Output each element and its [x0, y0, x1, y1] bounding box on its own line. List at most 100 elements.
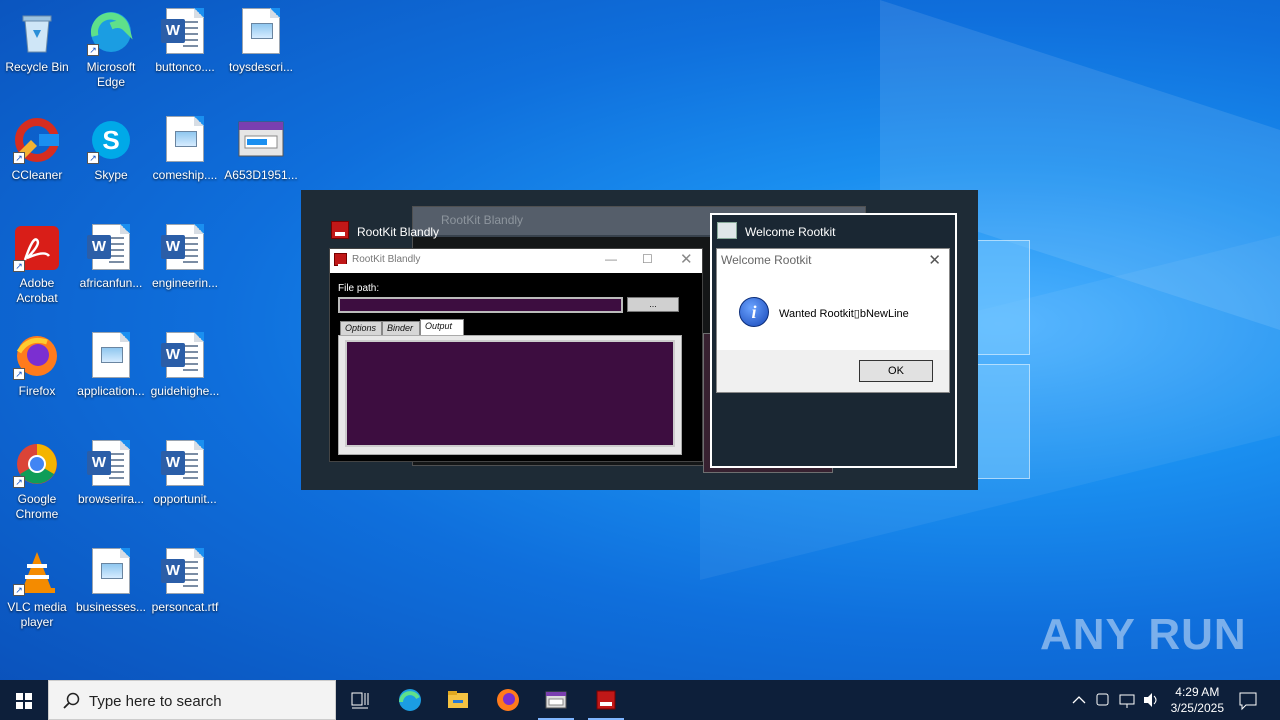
desktop-icon-label: Microsoft Edge: [86, 60, 136, 89]
recycle-bin-icon: [13, 8, 61, 56]
desktop-icon-label: CCleaner: [11, 168, 63, 182]
maximize-icon[interactable]: ☐: [642, 252, 653, 266]
taskbar: Type here to search 4:29 AM 3/25/2025: [0, 680, 1280, 720]
desktop-icon-skype[interactable]: S ↗ Skype: [74, 116, 148, 183]
desktop-icon-label: VLC media player: [7, 600, 67, 629]
desktop-icon-installer[interactable]: A653D1951...: [224, 116, 298, 183]
meet-now-icon[interactable]: [1094, 680, 1112, 720]
desktop-icon-label: Firefox: [18, 384, 56, 398]
desktop-icon-chrome[interactable]: ↗ Google Chrome: [0, 440, 74, 522]
taskbar-installer-app[interactable]: [532, 680, 580, 720]
desktop-icon-word-doc[interactable]: Wguidehighe...: [148, 332, 222, 399]
tab-options[interactable]: Options: [340, 321, 382, 336]
document-icon: [92, 548, 130, 594]
ok-button[interactable]: OK: [859, 360, 933, 382]
task-view-icon: [351, 692, 369, 709]
desktop-icon-firefox[interactable]: ↗ Firefox: [0, 332, 74, 399]
desktop-icon-acrobat[interactable]: ↗ Adobe Acrobat: [0, 224, 74, 306]
taskbar-file-explorer[interactable]: [434, 680, 482, 720]
output-textbox[interactable]: [345, 340, 675, 447]
document-icon: W: [161, 440, 204, 486]
output-panel: [338, 335, 682, 455]
taskbar-search-box[interactable]: Type here to search: [48, 680, 336, 720]
desktop-icon-label: opportunit...: [153, 492, 217, 506]
firefox-icon: ↗: [13, 332, 61, 380]
desktop-icon-word-doc[interactable]: Wengineerin...: [148, 224, 222, 291]
welcome-dialog[interactable]: Welcome Rootkit ✕ i Wanted Rootkit▯bNewL…: [716, 248, 950, 393]
rootkit-window-title: RootKit Blandly: [352, 254, 421, 265]
rootkit-titlebar[interactable]: RootKit Blandly — ☐ ✕: [330, 249, 702, 273]
desktop-icon-word-doc[interactable]: Wpersoncat.rtf: [148, 548, 222, 615]
desktop-icon-label: browserira...: [77, 492, 145, 506]
taskbar-firefox[interactable]: [484, 680, 532, 720]
desktop-icon-word-doc[interactable]: Wbuttonco....: [148, 8, 222, 75]
word-doc-icon: W: [161, 440, 209, 488]
firefox-icon: [497, 689, 519, 711]
start-button[interactable]: [0, 680, 48, 720]
file-path-label: File path:: [338, 283, 380, 294]
document-icon: W: [161, 8, 204, 54]
clock-date: 3/25/2025: [1170, 701, 1224, 715]
word-doc-icon: W: [87, 440, 135, 488]
document-icon: W: [87, 224, 130, 270]
image-doc-icon: [237, 8, 285, 56]
rootkit-window-icon: [334, 253, 348, 268]
desktop-icon-label: Adobe Acrobat: [16, 276, 58, 305]
notifications-icon[interactable]: [1232, 680, 1264, 720]
rootkit-window[interactable]: RootKit Blandly — ☐ ✕ File path: ... Opt…: [329, 248, 703, 462]
desktop-icon-label: Google Chrome: [15, 492, 59, 521]
shortcut-arrow-icon: ↗: [13, 584, 25, 596]
desktop-icon-ccleaner[interactable]: ↗ CCleaner: [0, 116, 74, 183]
desktop-icon-label: engineerin...: [151, 276, 219, 290]
image-doc-icon: [87, 548, 135, 596]
word-doc-icon: W: [87, 224, 135, 272]
search-placeholder: Type here to search: [89, 693, 222, 710]
desktop-icon-word-doc[interactable]: Wafricanfun...: [74, 224, 148, 291]
folder-icon: [448, 691, 468, 708]
dialog-caption: Welcome Rootkit: [745, 225, 836, 239]
word-doc-icon: W: [161, 332, 209, 380]
task-view-button[interactable]: [336, 680, 384, 720]
shortcut-arrow-icon: ↗: [13, 260, 25, 272]
tab-binder[interactable]: Binder: [382, 321, 420, 336]
document-icon: [242, 8, 280, 54]
shortcut-arrow-icon: ↗: [13, 368, 25, 380]
minimize-icon[interactable]: —: [605, 252, 617, 266]
desktop-icon-label: Recycle Bin: [5, 60, 69, 74]
dialog-title: Welcome Rootkit: [721, 253, 812, 267]
image-doc-icon: [161, 116, 209, 164]
desktop-icon-image-doc[interactable]: toysdescri...: [224, 8, 298, 75]
desktop-icon-image-doc[interactable]: comeship....: [148, 116, 222, 183]
close-icon[interactable]: ✕: [680, 250, 693, 268]
desktop-icon-edge[interactable]: ↗ Microsoft Edge: [74, 8, 148, 90]
desktop-icon-vlc[interactable]: ↗ VLC media player: [0, 548, 74, 630]
dialog-app-icon: [717, 222, 737, 239]
desktop-icon-label: guidehighe...: [150, 384, 220, 398]
rootkit-app-icon: [331, 221, 349, 239]
desktop-icon-label: toysdescri...: [228, 60, 294, 74]
search-icon: [63, 692, 80, 709]
file-path-input[interactable]: [338, 297, 623, 313]
desktop-icon-word-doc[interactable]: Wbrowserira...: [74, 440, 148, 507]
taskbar-clock[interactable]: 4:29 AM 3/25/2025: [1171, 684, 1224, 716]
desktop-icon-word-doc[interactable]: Wopportunit...: [148, 440, 222, 507]
desktop-icon-image-doc[interactable]: businesses...: [74, 548, 148, 615]
dialog-message: Wanted Rootkit▯bNewLine: [779, 308, 909, 320]
dialog-footer: OK: [717, 350, 949, 392]
dialog-close-icon[interactable]: ✕: [928, 251, 941, 269]
shortcut-arrow-icon: ↗: [87, 152, 99, 164]
info-icon: i: [739, 297, 769, 327]
desktop-icon-image-doc[interactable]: application...: [74, 332, 148, 399]
taskbar-edge[interactable]: [386, 680, 434, 720]
tray-chevron-icon[interactable]: [1070, 680, 1088, 720]
clock-time: 4:29 AM: [1175, 685, 1220, 699]
desktop-icon-recycle-bin[interactable]: Recycle Bin: [0, 8, 74, 75]
network-icon[interactable]: [1117, 680, 1137, 720]
volume-icon[interactable]: [1141, 680, 1161, 720]
shortcut-arrow-icon: ↗: [87, 44, 99, 56]
rootkit-taskbar-icon: [596, 690, 616, 710]
browse-button[interactable]: ...: [627, 297, 679, 312]
edge-icon: [399, 689, 421, 711]
tab-output[interactable]: Output: [420, 319, 464, 336]
taskbar-rootkit-app[interactable]: [582, 680, 630, 720]
